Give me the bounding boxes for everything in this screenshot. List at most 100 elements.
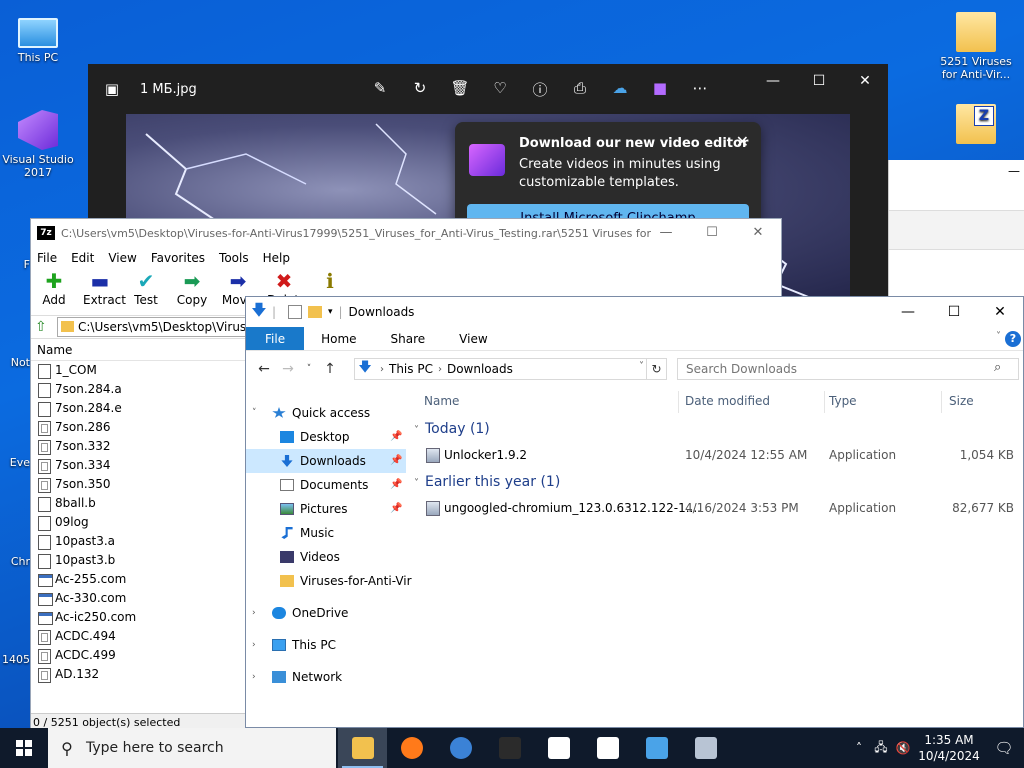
taskbar-app-terminal[interactable]	[485, 728, 534, 768]
column-divider[interactable]	[941, 391, 942, 413]
promo-close-icon[interactable]: ✕	[736, 132, 749, 151]
maximize-button[interactable]: ☐	[931, 297, 977, 327]
quick-access-download-icon[interactable]: 🡇	[246, 300, 272, 325]
column-size[interactable]: Size	[949, 394, 974, 408]
taskbar-app-file-explorer[interactable]	[338, 728, 387, 768]
ribbon-tab-file[interactable]: File	[246, 327, 305, 350]
background-window[interactable]: —	[888, 160, 1024, 300]
breadcrumb-downloads[interactable]: Downloads	[447, 362, 513, 376]
column-type[interactable]: Type	[829, 394, 857, 408]
group-header-earlier-this-year[interactable]: ˅ Earlier this year (1)	[414, 474, 560, 490]
desktop-icon-viruses-folder[interactable]: 5251 Viruses for Anti-Vir...	[936, 12, 1016, 81]
close-button[interactable]: ✕	[735, 219, 781, 247]
ribbon-tab-view[interactable]: View	[442, 327, 504, 350]
expand-icon[interactable]: ›	[252, 633, 256, 657]
desktop-partial-icon[interactable]: 1405	[0, 653, 30, 666]
taskbar-app-firefox[interactable]	[387, 728, 436, 768]
delete-icon[interactable]: 🗑	[440, 79, 480, 100]
network-icon[interactable]: 🖧	[870, 738, 892, 759]
menu-view[interactable]: View	[108, 251, 136, 265]
taskbar-app-7zip[interactable]	[583, 728, 632, 768]
nav-item-this-pc[interactable]: › This PC	[246, 633, 406, 657]
recent-locations-icon[interactable]: ˅	[300, 364, 318, 374]
maximize-button[interactable]: ☐	[796, 64, 842, 98]
nav-item-viruses-for-anti-vir[interactable]: Viruses-for-Anti-Vir	[246, 569, 412, 593]
expand-icon[interactable]: ›	[252, 601, 256, 625]
minimize-button[interactable]: —	[643, 219, 689, 247]
search-input[interactable]	[677, 358, 1019, 380]
show-hidden-icons-icon[interactable]: ˄	[848, 741, 870, 755]
column-name[interactable]: Name	[424, 394, 459, 408]
menu-file[interactable]: File	[37, 251, 57, 265]
nav-item-network[interactable]: › Network	[246, 665, 406, 689]
desktop-partial-icon[interactable]: Chr	[0, 555, 30, 568]
start-button[interactable]	[0, 728, 48, 768]
file-row[interactable]: ungoogled-chromium_123.0.6312.122-1.... …	[424, 498, 1024, 520]
nav-item-onedrive[interactable]: › OneDrive	[246, 601, 406, 625]
minimize-button[interactable]: —	[750, 64, 796, 98]
taskbar-app-chrome[interactable]	[436, 728, 485, 768]
up-folder-icon[interactable]: ⇧	[35, 319, 57, 335]
column-divider[interactable]	[678, 391, 679, 413]
desktop-partial-icon[interactable]: Eve	[0, 456, 30, 469]
quick-access-dropdown-icon[interactable]: ▾	[328, 307, 333, 317]
toolbar-add-button[interactable]: ✚ Add	[37, 269, 71, 315]
desktop-icon-zip-archive[interactable]	[936, 104, 1016, 147]
collapse-icon[interactable]: ˅	[252, 401, 257, 425]
gallery-icon[interactable]: ▣	[88, 80, 136, 98]
address-dropdown-icon[interactable]: ˅	[639, 361, 644, 372]
nav-item-pictures[interactable]: Pictures 📌	[246, 497, 406, 521]
explorer-window[interactable]: 🡇 | ▾ | Downloads — ☐ ✕ File Home Share …	[245, 296, 1024, 728]
up-arrow-icon[interactable]: ↑	[318, 361, 342, 377]
rotate-icon[interactable]: ↻	[400, 79, 440, 100]
menu-favorites[interactable]: Favorites	[151, 251, 205, 265]
expand-icon[interactable]: ›	[252, 665, 256, 689]
back-arrow-icon[interactable]: ←	[252, 361, 276, 377]
minimize-button[interactable]: —	[1008, 164, 1020, 178]
menu-help[interactable]: Help	[263, 251, 290, 265]
help-icon[interactable]: ?	[1005, 331, 1021, 347]
toolbar-extract-button[interactable]: ▬ Extract	[83, 269, 126, 315]
ribbon-tab-home[interactable]: Home	[304, 327, 373, 350]
desktop-partial-icon[interactable]: F	[0, 258, 30, 271]
expand-ribbon-icon[interactable]: ˅	[996, 331, 1001, 342]
forward-arrow-icon[interactable]: →	[276, 361, 300, 377]
ribbon-tab-share[interactable]: Share	[374, 327, 443, 350]
close-button[interactable]: ✕	[977, 297, 1023, 327]
taskbar-app-photos[interactable]	[632, 728, 681, 768]
notifications-icon[interactable]: 🗨	[984, 739, 1024, 757]
nav-item-documents[interactable]: Documents 📌	[246, 473, 406, 497]
nav-item-downloads[interactable]: Downloads 📌	[246, 449, 406, 473]
taskbar-app-security[interactable]	[534, 728, 583, 768]
print-icon[interactable]: ⎙	[560, 79, 600, 100]
info-icon[interactable]: ⓘ	[520, 79, 560, 100]
menu-tools[interactable]: Tools	[219, 251, 249, 265]
clipchamp-icon[interactable]: ■	[640, 79, 680, 100]
favorite-icon[interactable]: ♡	[480, 79, 520, 100]
menu-edit[interactable]: Edit	[71, 251, 94, 265]
column-divider[interactable]	[824, 391, 825, 413]
more-icon[interactable]: ⋯	[680, 79, 720, 100]
desktop-partial-icon[interactable]: Not	[0, 356, 30, 369]
nav-item-desktop[interactable]: Desktop 📌	[246, 425, 406, 449]
nav-item-videos[interactable]: Videos	[246, 545, 406, 569]
breadcrumb-separator-icon[interactable]: ›	[433, 364, 447, 375]
edit-icon[interactable]: ✎	[360, 79, 400, 100]
refresh-icon[interactable]: ↻	[646, 359, 666, 379]
breadcrumb[interactable]: 🡇 › This PC › Downloads ˅ ↻	[354, 358, 667, 380]
toolbar-test-button[interactable]: ✔ Test	[129, 269, 163, 315]
nav-item-music[interactable]: Music	[246, 521, 406, 545]
desktop-icon-this-pc[interactable]: This PC	[0, 12, 76, 64]
nav-item-quick-access[interactable]: ˅ Quick access	[246, 401, 406, 425]
volume-muted-icon[interactable]: 🔇	[892, 741, 914, 755]
properties-icon[interactable]	[288, 305, 302, 319]
toolbar-copy-button[interactable]: ➡ Copy	[175, 269, 209, 315]
desktop-icon-visual-studio[interactable]: Visual Studio 2017	[0, 110, 76, 179]
minimize-button[interactable]: —	[885, 297, 931, 327]
group-header-today[interactable]: ˅ Today (1)	[414, 421, 490, 437]
maximize-button[interactable]: ☐	[689, 219, 735, 247]
column-date-modified[interactable]: Date modified	[685, 394, 770, 408]
close-button[interactable]: ✕	[842, 64, 888, 98]
clock[interactable]: 1:35 AM 10/4/2024	[914, 732, 984, 764]
onedrive-icon[interactable]: ☁	[600, 79, 640, 100]
